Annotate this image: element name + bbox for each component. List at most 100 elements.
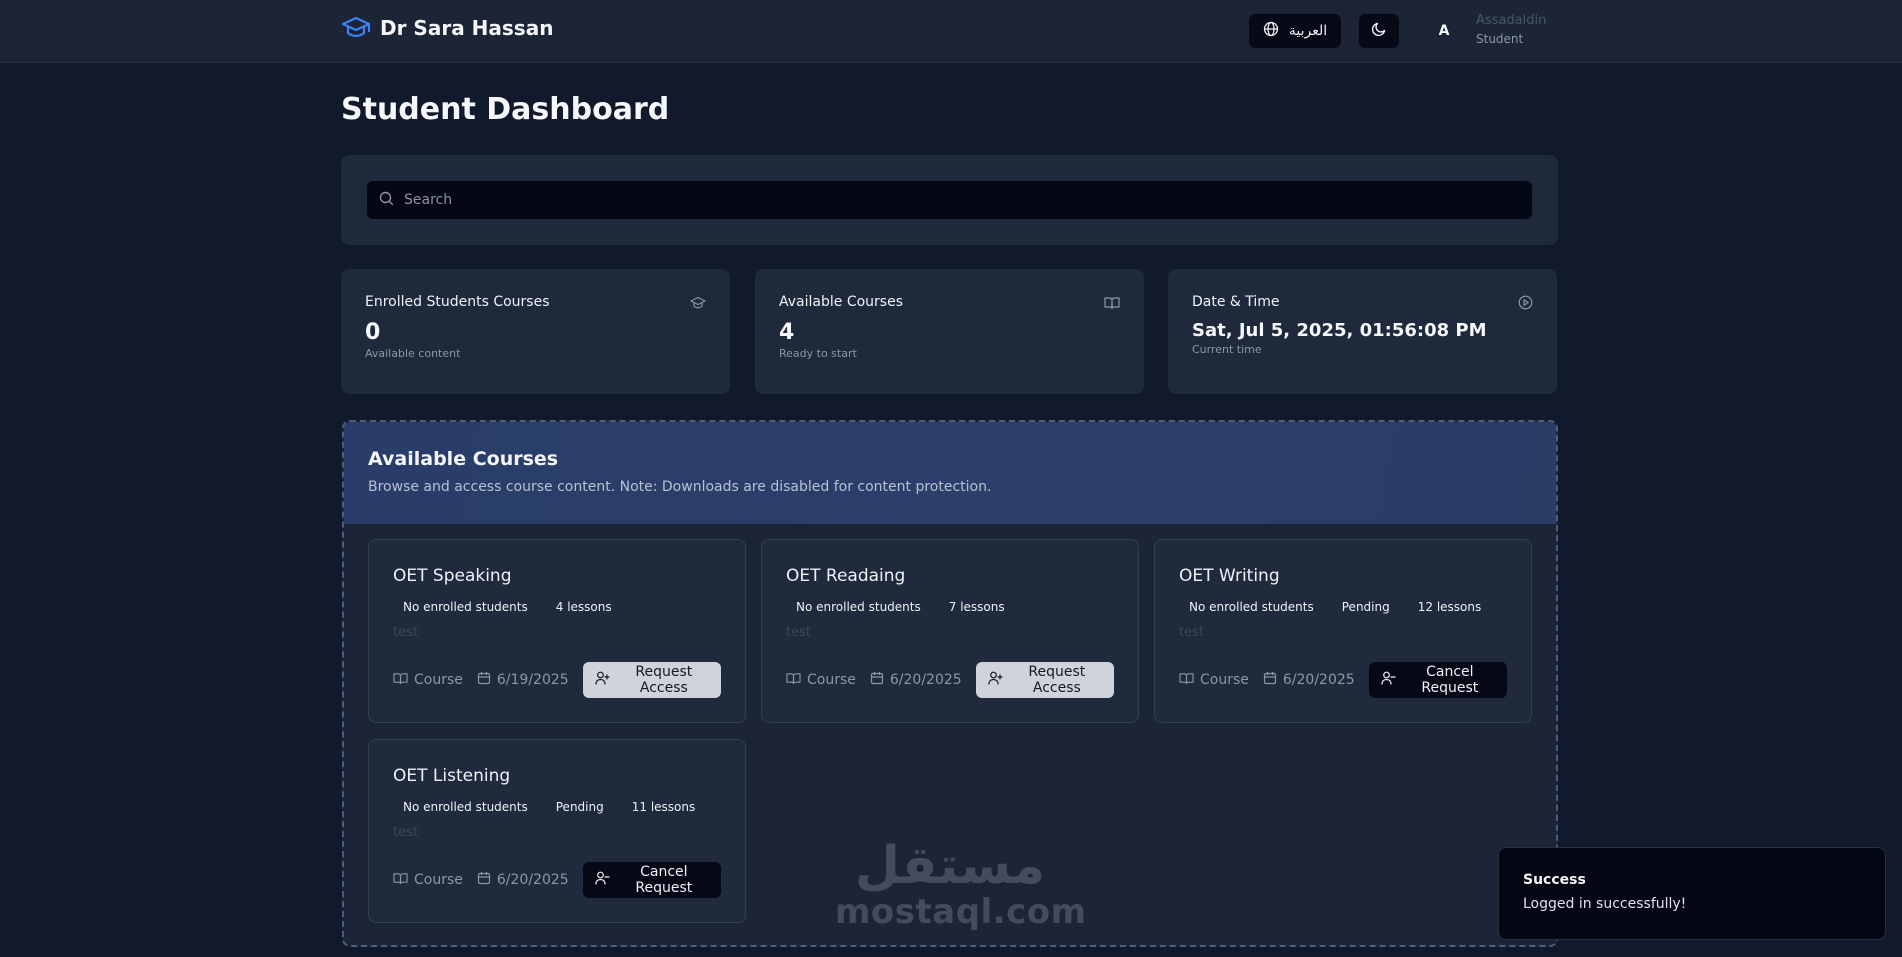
success-toast[interactable]: Success Logged in successfully!	[1498, 847, 1886, 940]
course-date: 6/20/2025	[477, 871, 569, 889]
search-icon	[379, 191, 394, 210]
course-footer: Course 6/20/2025 Request Access	[786, 662, 1114, 698]
course-card: OET Speaking No enrolled students 4 less…	[368, 539, 746, 723]
enrollment-badge: No enrolled students	[403, 800, 528, 814]
user-info[interactable]: Assadaldin Student	[1476, 12, 1546, 48]
language-toggle-button[interactable]: العربية	[1249, 14, 1341, 48]
globe-icon	[1263, 21, 1279, 41]
status-badge: Pending	[1341, 600, 1390, 614]
moon-icon	[1371, 21, 1387, 41]
status-badge: Pending	[555, 800, 604, 814]
brand[interactable]: Dr Sara Hassan	[341, 16, 553, 40]
course-description: test	[393, 625, 418, 640]
watermark: مستقل mostaql.com	[835, 836, 1087, 932]
button-label: Cancel Request	[1421, 664, 1479, 696]
course-date: 6/20/2025	[1263, 671, 1355, 689]
book-open-icon	[393, 872, 408, 889]
graduation-cap-icon	[690, 295, 706, 314]
stat-card-datetime: Date & Time Sat, Jul 5, 2025, 01:56:08 P…	[1168, 269, 1557, 394]
course-type-label: Course	[1200, 672, 1249, 688]
course-date-label: 6/20/2025	[889, 672, 962, 688]
course-type-label: Course	[807, 672, 856, 688]
enrollment-badge: No enrolled students	[403, 600, 528, 614]
lessons-badge: 4 lessons	[555, 600, 612, 614]
course-type: Course	[786, 672, 856, 689]
button-label: Request Access	[635, 664, 693, 696]
course-date-label: 6/20/2025	[496, 872, 569, 888]
courses-description: Browse and access course content. Note: …	[368, 479, 992, 495]
search-input[interactable]	[404, 192, 1504, 208]
toast-title: Success	[1523, 872, 1586, 888]
stat-value: 4	[779, 320, 795, 345]
course-card: OET Listening No enrolled students Pendi…	[368, 739, 746, 923]
course-description: test	[393, 825, 418, 840]
course-name: OET Writing	[1179, 566, 1280, 586]
course-name: OET Listening	[393, 766, 511, 786]
course-badges: No enrolled students 4 lessons	[393, 597, 721, 617]
user-plus-icon	[595, 671, 610, 689]
lessons-badge: 7 lessons	[948, 600, 1005, 614]
stat-value: 0	[365, 320, 381, 345]
course-type: Course	[393, 672, 463, 689]
request-access-button[interactable]: Request Access	[975, 662, 1114, 698]
course-description: test	[786, 625, 811, 640]
stat-subtitle: Available content	[365, 347, 461, 360]
course-card: OET Writing No enrolled students Pending…	[1154, 539, 1532, 723]
lessons-badge: 11 lessons	[631, 800, 696, 814]
stat-card-enrolled: Enrolled Students Courses 0 Available co…	[341, 269, 730, 394]
courses-title: Available Courses	[368, 448, 559, 470]
page-title: Student Dashboard	[341, 92, 670, 127]
user-name: Assadaldin	[1476, 13, 1547, 28]
watermark-arabic: مستقل	[854, 836, 1046, 896]
calendar-icon	[870, 671, 884, 689]
course-date: 6/20/2025	[870, 671, 962, 689]
request-access-button[interactable]: Request Access	[582, 662, 721, 698]
course-type: Course	[1179, 672, 1249, 689]
stat-title: Available Courses	[779, 294, 903, 310]
book-open-icon	[786, 672, 801, 689]
top-navbar: Dr Sara Hassan العربية A Assadaldin Stud…	[0, 0, 1902, 63]
book-open-icon	[1104, 295, 1120, 314]
stat-value: Sat, Jul 5, 2025, 01:56:08 PM	[1192, 320, 1487, 341]
cancel-request-button[interactable]: Cancel Request	[1368, 662, 1507, 698]
language-label: العربية	[1288, 23, 1328, 39]
button-label: Request Access	[1028, 664, 1086, 696]
course-badges: No enrolled students 7 lessons	[786, 597, 1114, 617]
stat-subtitle: Ready to start	[779, 347, 857, 360]
brand-name: Dr Sara Hassan	[380, 16, 554, 40]
course-footer: Course 6/20/2025 Cancel Request	[393, 862, 721, 898]
course-type-label: Course	[414, 672, 463, 688]
calendar-icon	[477, 671, 491, 689]
search-card	[341, 155, 1558, 245]
book-open-icon	[1179, 672, 1194, 689]
calendar-icon	[1263, 671, 1277, 689]
course-name: OET Speaking	[393, 566, 512, 586]
cancel-request-button[interactable]: Cancel Request	[582, 862, 721, 898]
search-box[interactable]	[367, 181, 1532, 219]
course-footer: Course 6/19/2025 Request Access	[393, 662, 721, 698]
stat-title: Enrolled Students Courses	[365, 294, 550, 310]
course-description: test	[1179, 625, 1204, 640]
enrollment-badge: No enrolled students	[1189, 600, 1314, 614]
button-label: Cancel Request	[635, 864, 693, 896]
toast-message: Logged in successfully!	[1523, 896, 1687, 912]
course-name: OET Readaing	[786, 566, 906, 586]
graduation-cap-icon	[341, 16, 371, 40]
course-badges: No enrolled students Pending 11 lessons	[393, 797, 721, 817]
play-circle-icon	[1518, 295, 1533, 314]
course-type-label: Course	[414, 872, 463, 888]
avatar[interactable]: A	[1427, 14, 1461, 48]
theme-toggle-button[interactable]	[1359, 14, 1399, 48]
watermark-latin: mostaql.com	[835, 892, 1087, 932]
course-date-label: 6/20/2025	[1282, 672, 1355, 688]
book-open-icon	[393, 672, 408, 689]
user-minus-icon	[1381, 671, 1396, 689]
stat-title: Date & Time	[1192, 294, 1280, 310]
user-plus-icon	[988, 671, 1003, 689]
lessons-badge: 12 lessons	[1417, 600, 1482, 614]
course-card: OET Readaing No enrolled students 7 less…	[761, 539, 1139, 723]
enrollment-badge: No enrolled students	[796, 600, 921, 614]
calendar-icon	[477, 871, 491, 889]
stat-subtitle: Current time	[1192, 343, 1262, 356]
course-badges: No enrolled students Pending 12 lessons	[1179, 597, 1507, 617]
